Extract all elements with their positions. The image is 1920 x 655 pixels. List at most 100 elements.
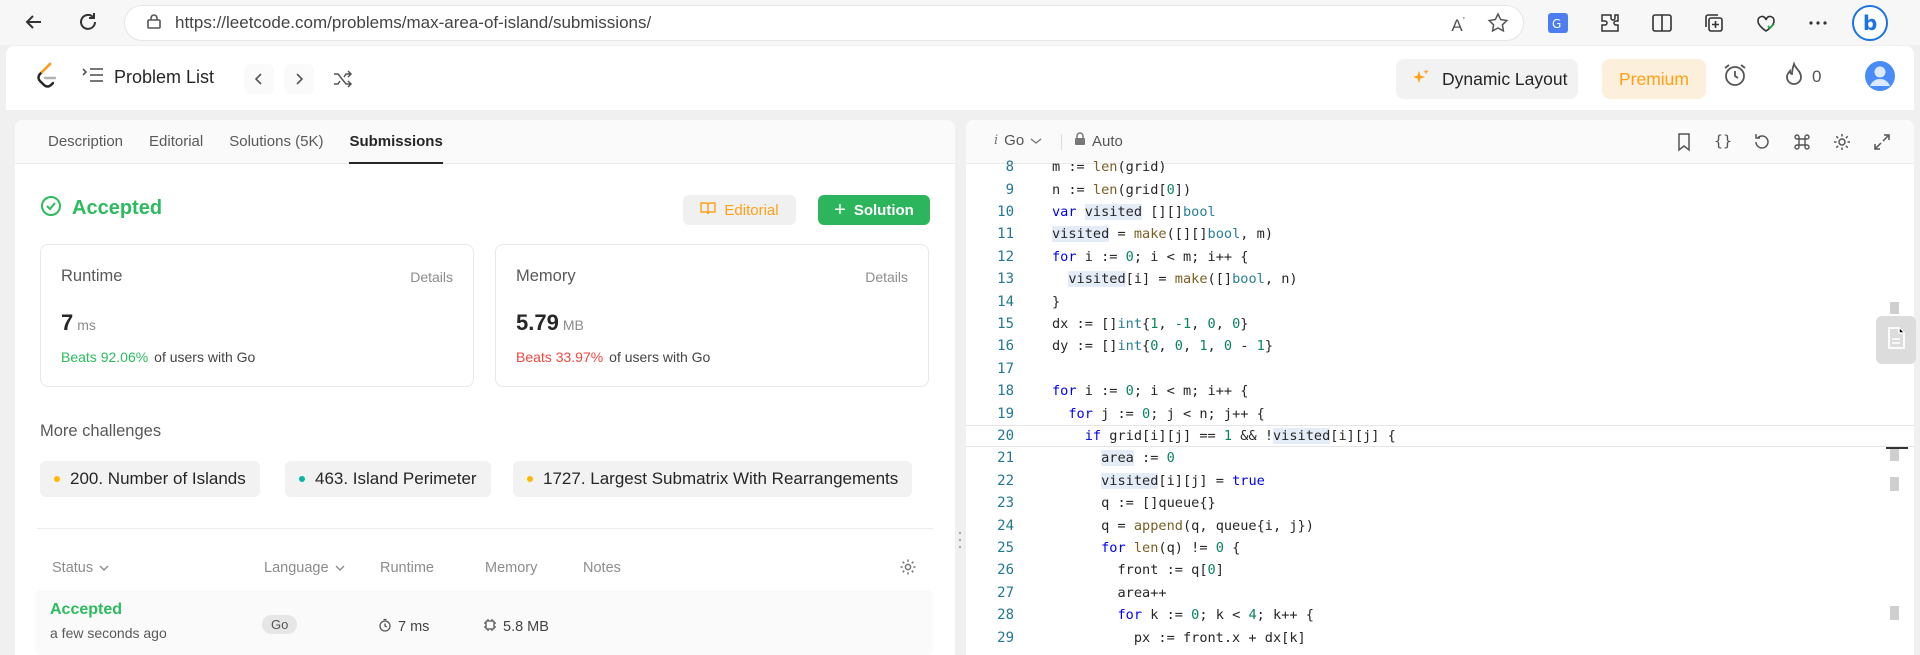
tab-description[interactable]: Description bbox=[35, 120, 136, 164]
code-line[interactable]: 15 dx := []int{1, -1, 0, 0} bbox=[966, 313, 1914, 335]
code-line[interactable]: 11 visited = make([][]bool, m) bbox=[966, 223, 1914, 245]
code-text[interactable]: visited[i] = make([]bool, n) bbox=[1052, 271, 1298, 288]
bing-copilot-icon[interactable]: b bbox=[1852, 5, 1888, 41]
code-line[interactable]: 16 dy := []int{0, 0, 1, 0 - 1} bbox=[966, 335, 1914, 357]
code-line[interactable]: 24 q = append(q, queue{i, j}) bbox=[966, 514, 1914, 536]
challenge-chip[interactable]: 463. Island Perimeter bbox=[285, 461, 491, 497]
code-text[interactable]: q := []queue{} bbox=[1052, 495, 1216, 511]
code-line[interactable]: 26 front := q[0] bbox=[966, 559, 1914, 581]
code-text[interactable]: for j := 0; j < n; j++ { bbox=[1052, 406, 1264, 422]
next-problem-button[interactable] bbox=[284, 64, 314, 94]
code-line[interactable]: 12 for i := 0; i < m; i++ { bbox=[966, 246, 1914, 268]
code-line[interactable]: 29 px := front.x + dx[k] bbox=[966, 626, 1914, 648]
code-line[interactable]: 21 area := 0 bbox=[966, 447, 1914, 469]
code-text[interactable]: dx := []int{1, -1, 0, 0} bbox=[1052, 316, 1248, 332]
tab-solutions[interactable]: Solutions (5K) bbox=[216, 120, 336, 164]
code-text[interactable]: if grid[i][j] == 1 && !visited[i][j] { bbox=[1052, 427, 1396, 444]
code-line[interactable]: 14} bbox=[966, 290, 1914, 312]
leetcode-logo-icon[interactable] bbox=[36, 62, 58, 95]
streak-counter[interactable]: 0 bbox=[1784, 60, 1821, 91]
code-line[interactable]: 19 for j := 0; j < n; j++ { bbox=[966, 402, 1914, 424]
code-text[interactable]: q = append(q, queue{i, j}) bbox=[1052, 518, 1314, 534]
code-line[interactable]: 10 var visited [][]bool bbox=[966, 201, 1914, 223]
code-text[interactable]: visited = make([][]bool, m) bbox=[1052, 226, 1273, 243]
tab-submissions[interactable]: Submissions bbox=[336, 120, 455, 164]
code-text[interactable]: n := len(grid[0]) bbox=[1052, 182, 1191, 198]
language-filter[interactable]: Language bbox=[264, 560, 345, 576]
challenge-label: 463. Island Perimeter bbox=[315, 469, 477, 488]
prev-problem-button[interactable] bbox=[244, 64, 274, 94]
table-row[interactable]: Accepted a few seconds ago Go 7 ms 5.8 M… bbox=[35, 590, 933, 655]
split-screen-icon[interactable] bbox=[1644, 5, 1680, 41]
gear-icon[interactable] bbox=[899, 558, 917, 576]
alarm-clock-icon[interactable] bbox=[1722, 62, 1748, 88]
premium-button[interactable]: Premium bbox=[1602, 59, 1706, 99]
code-text[interactable]: front := q[0] bbox=[1052, 562, 1223, 578]
reset-icon[interactable] bbox=[1752, 132, 1772, 157]
problem-list-button[interactable]: Problem List bbox=[82, 66, 214, 89]
code-line[interactable]: 23 q := []queue{} bbox=[966, 492, 1914, 514]
runtime-card[interactable]: Runtime Details 7 ms Beats 92.06% of users… bbox=[40, 244, 474, 387]
dynamic-layout-button[interactable]: Dynamic Layout bbox=[1396, 59, 1578, 99]
challenge-label: 200. Number of Islands bbox=[70, 469, 246, 488]
shuffle-icon[interactable] bbox=[328, 64, 358, 94]
code-text[interactable]: visited[i][j] = true bbox=[1052, 472, 1265, 489]
scroll-position-indicator[interactable] bbox=[1886, 447, 1908, 449]
code-text[interactable]: area := 0 bbox=[1052, 450, 1175, 467]
format-braces-icon[interactable]: {} bbox=[1714, 132, 1732, 157]
editorial-button[interactable]: Editorial bbox=[683, 195, 796, 225]
code-text[interactable]: m := len(grid) bbox=[1052, 159, 1167, 175]
code-text[interactable]: px := front.x + dx[k] bbox=[1052, 630, 1306, 646]
fullscreen-icon[interactable] bbox=[1872, 132, 1892, 157]
address-bar[interactable]: https://leetcode.com/problems/max-area-o… bbox=[124, 5, 1524, 41]
favorite-star-icon[interactable] bbox=[1487, 12, 1509, 39]
row-status[interactable]: Accepted bbox=[50, 601, 122, 619]
code-line[interactable]: 25 for len(q) != 0 { bbox=[966, 537, 1914, 559]
more-options-icon[interactable] bbox=[1800, 5, 1836, 41]
code-text[interactable]: for k := 0; k < 4; k++ { bbox=[1052, 607, 1313, 623]
code-text[interactable]: for i := 0; i < m; i++ { bbox=[1052, 383, 1248, 399]
extensions-icon[interactable] bbox=[1592, 5, 1628, 41]
command-icon[interactable] bbox=[1792, 132, 1812, 157]
code-line[interactable]: 18 for i := 0; i < m; i++ { bbox=[966, 380, 1914, 402]
code-text[interactable]: } bbox=[1052, 294, 1060, 310]
code-editor[interactable]: 8 m := len(grid) 9 n := len(grid[0]) 10 var v… bbox=[966, 159, 1914, 655]
memory-details-link[interactable]: Details bbox=[865, 269, 908, 285]
avatar[interactable] bbox=[1864, 60, 1896, 92]
settings-icon[interactable] bbox=[1832, 132, 1852, 157]
translate-extension-icon[interactable]: G bbox=[1540, 5, 1576, 41]
language-select[interactable]: i Go bbox=[994, 132, 1042, 149]
notes-float-button[interactable] bbox=[1876, 316, 1916, 364]
code-text[interactable]: var visited [][]bool bbox=[1052, 203, 1216, 220]
back-icon[interactable] bbox=[16, 4, 52, 40]
tab-editorial[interactable]: Editorial bbox=[136, 120, 216, 164]
memory-card[interactable]: Memory Details 5.79 MB Beats 33.97% of use… bbox=[495, 244, 929, 387]
code-line[interactable]: 8 m := len(grid) bbox=[966, 156, 1914, 178]
runtime-details-link[interactable]: Details bbox=[410, 269, 453, 285]
code-text[interactable]: for i := 0; i < m; i++ { bbox=[1052, 249, 1248, 265]
code-text[interactable]: area++ bbox=[1052, 585, 1166, 601]
auto-mode-toggle[interactable]: Auto bbox=[1074, 132, 1123, 150]
code-line[interactable]: 20 if grid[i][j] == 1 && !visited[i][j] … bbox=[966, 424, 1914, 448]
code-text[interactable]: for len(q) != 0 { bbox=[1052, 540, 1240, 556]
code-line[interactable]: 17 bbox=[966, 358, 1914, 380]
code-line[interactable]: 9 n := len(grid[0]) bbox=[966, 178, 1914, 200]
read-aloud-icon[interactable]: Aʼ bbox=[1451, 16, 1465, 36]
panel-resize-handle[interactable] bbox=[958, 530, 962, 550]
code-line[interactable]: 27 area++ bbox=[966, 582, 1914, 604]
status-filter[interactable]: Status bbox=[52, 560, 109, 576]
refresh-icon[interactable] bbox=[70, 4, 106, 40]
solution-button[interactable]: + Solution bbox=[818, 195, 930, 225]
code-line[interactable]: 22 visited[i][j] = true bbox=[966, 470, 1914, 492]
collections-icon[interactable] bbox=[1696, 5, 1732, 41]
code-text[interactable]: dy := []int{0, 0, 1, 0 - 1} bbox=[1052, 338, 1273, 354]
code-line[interactable]: 13 visited[i] = make([]bool, n) bbox=[966, 268, 1914, 290]
language-value: Go bbox=[1004, 132, 1025, 149]
bookmark-icon[interactable] bbox=[1674, 132, 1694, 157]
browser-essentials-icon[interactable] bbox=[1748, 5, 1784, 41]
challenge-chip[interactable]: 1727. Largest Submatrix With Rearrangeme… bbox=[513, 461, 913, 497]
document-icon bbox=[1886, 326, 1906, 355]
auto-mode-label: Auto bbox=[1092, 132, 1123, 150]
challenge-chip[interactable]: 200. Number of Islands bbox=[40, 461, 260, 497]
code-line[interactable]: 28 for k := 0; k < 4; k++ { bbox=[966, 604, 1914, 626]
